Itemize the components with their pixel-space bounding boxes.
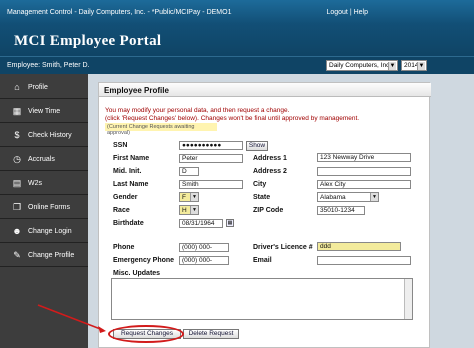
address2-label: Address 2 xyxy=(253,168,287,175)
sidebar-item-label: Change Profile xyxy=(28,252,75,259)
sidebar-item-label: Check History xyxy=(28,132,72,139)
first-name-field[interactable]: Peter xyxy=(179,154,243,163)
zip-label: ZIP Code xyxy=(253,207,284,214)
race-select-value: H xyxy=(182,207,187,214)
last-name-label: Last Name xyxy=(113,181,149,188)
address2-field[interactable] xyxy=(317,167,411,176)
phone-field[interactable]: (000) 000-0000 xyxy=(179,243,229,252)
pending-requests-link[interactable]: (Current Change Requests awaiting approv… xyxy=(105,123,217,136)
gender-select[interactable]: F ▼ xyxy=(179,192,199,202)
gender-select-value: F xyxy=(182,194,186,201)
breadcrumb: Management Control - Daily Computers, In… xyxy=(7,9,232,16)
chevron-down-icon: ▼ xyxy=(190,206,198,214)
sidebar-item-profile[interactable]: ⌂ Profile xyxy=(0,76,88,99)
employee-name: Employee: Smith, Peter D. xyxy=(7,62,90,69)
city-label: City xyxy=(253,181,267,188)
document-icon: ▤ xyxy=(12,178,22,188)
info-note: You may modify your personal data, and t… xyxy=(105,107,290,114)
first-name-label: First Name xyxy=(113,155,150,162)
address1-label: Address 1 xyxy=(253,155,287,162)
address1-field[interactable]: 123 Newway Drive xyxy=(317,153,411,162)
state-label: State xyxy=(253,194,271,201)
company-select-value: Daily Computers, Inc. xyxy=(329,62,392,69)
show-ssn-button[interactable]: Show xyxy=(246,141,268,151)
link-separator: | xyxy=(349,9,352,16)
delete-request-button[interactable]: Delete Request xyxy=(183,329,239,339)
race-select[interactable]: H ▼ xyxy=(179,205,199,215)
sidebar-item-label: Online Forms xyxy=(28,204,71,211)
email-label: Email xyxy=(253,257,272,264)
sidebar-item-check-history[interactable]: $ Check History xyxy=(0,124,88,147)
license-label: Driver's Licence # xyxy=(253,244,313,251)
portal-header: MCI Employee Portal xyxy=(0,24,474,56)
state-select[interactable]: Alabama ▼ xyxy=(317,192,379,202)
sidebar-item-accruals[interactable]: ◷ Accruals xyxy=(0,148,88,171)
sidebar-item-label: Profile xyxy=(28,84,48,91)
sidebar-item-view-time[interactable]: ▦ View Time xyxy=(0,100,88,123)
sidebar-item-label: Accruals xyxy=(28,156,55,163)
sidebar-item-online-forms[interactable]: ❐ Online Forms xyxy=(0,196,88,219)
clock-icon: ◷ xyxy=(13,154,21,164)
user-icon: ☻ xyxy=(12,226,22,236)
misc-updates-label: Misc. Updates xyxy=(113,270,161,277)
info-note-2: (click 'Request Changes' below). Changes… xyxy=(105,115,360,122)
calendar-icon[interactable]: ▦ xyxy=(226,219,234,227)
user-edit-icon: ✎ xyxy=(13,250,21,260)
sidebar-item-label: W2s xyxy=(28,180,42,187)
sidebar-item-label: Change Login xyxy=(28,228,72,235)
chevron-down-icon: ▼ xyxy=(370,193,378,201)
mid-init-field[interactable]: D xyxy=(179,167,199,176)
sidebar-item-change-profile[interactable]: ✎ Change Profile xyxy=(0,244,88,267)
gender-label: Gender xyxy=(113,194,138,201)
sidebar: ⌂ Profile ▦ View Time $ Check History ◷ … xyxy=(0,74,88,348)
chevron-down-icon: ▼ xyxy=(190,193,198,201)
birthdate-label: Birthdate xyxy=(113,220,144,227)
misc-updates-textarea[interactable] xyxy=(111,278,413,320)
employee-bar: Employee: Smith, Peter D. Daily Computer… xyxy=(0,56,474,74)
ssn-field[interactable]: ●●●●●●●●●● xyxy=(179,141,243,150)
race-label: Race xyxy=(113,207,130,214)
house-icon: ⌂ xyxy=(14,82,20,92)
sidebar-item-w2s[interactable]: ▤ W2s xyxy=(0,172,88,195)
sidebar-item-change-login[interactable]: ☻ Change Login xyxy=(0,220,88,243)
highlight-ring xyxy=(108,325,184,343)
sidebar-item-label: View Time xyxy=(28,108,61,115)
year-select[interactable]: 2014 ▼ xyxy=(401,60,427,71)
company-select[interactable]: Daily Computers, Inc. ▼ xyxy=(326,60,398,71)
chevron-down-icon: ▼ xyxy=(388,62,396,70)
license-field[interactable]: ddd xyxy=(317,242,401,251)
forms-icon: ❐ xyxy=(12,202,22,212)
top-bar: Management Control - Daily Computers, In… xyxy=(0,0,474,24)
state-select-value: Alabama xyxy=(320,194,346,201)
logout-link[interactable]: Logout xyxy=(326,9,347,16)
emergency-phone-label: Emergency Phone xyxy=(113,257,175,264)
phone-label: Phone xyxy=(113,244,135,251)
email-field[interactable] xyxy=(317,256,411,265)
birthdate-field[interactable]: 08/31/1964 xyxy=(179,219,223,228)
panel-title: Employee Profile xyxy=(99,83,431,97)
chevron-down-icon: ▼ xyxy=(417,62,425,70)
money-bag-icon: $ xyxy=(14,130,20,140)
profile-panel: Employee Profile You may modify your per… xyxy=(98,82,431,348)
help-link[interactable]: Help xyxy=(354,9,368,16)
mid-init-label: Mid. Init. xyxy=(113,168,142,175)
page-title: MCI Employee Portal xyxy=(14,33,162,49)
last-name-field[interactable]: Smith xyxy=(179,180,243,189)
city-field[interactable]: Alex City xyxy=(317,180,411,189)
top-links: Logout | Help xyxy=(326,9,368,16)
scrollbar[interactable] xyxy=(404,279,412,319)
zip-field[interactable]: 35010-1234 xyxy=(317,206,365,215)
calendar-icon: ▦ xyxy=(12,106,22,116)
emergency-phone-field[interactable]: (000) 000-0000 xyxy=(179,256,229,265)
ssn-label: SSN xyxy=(113,142,128,149)
